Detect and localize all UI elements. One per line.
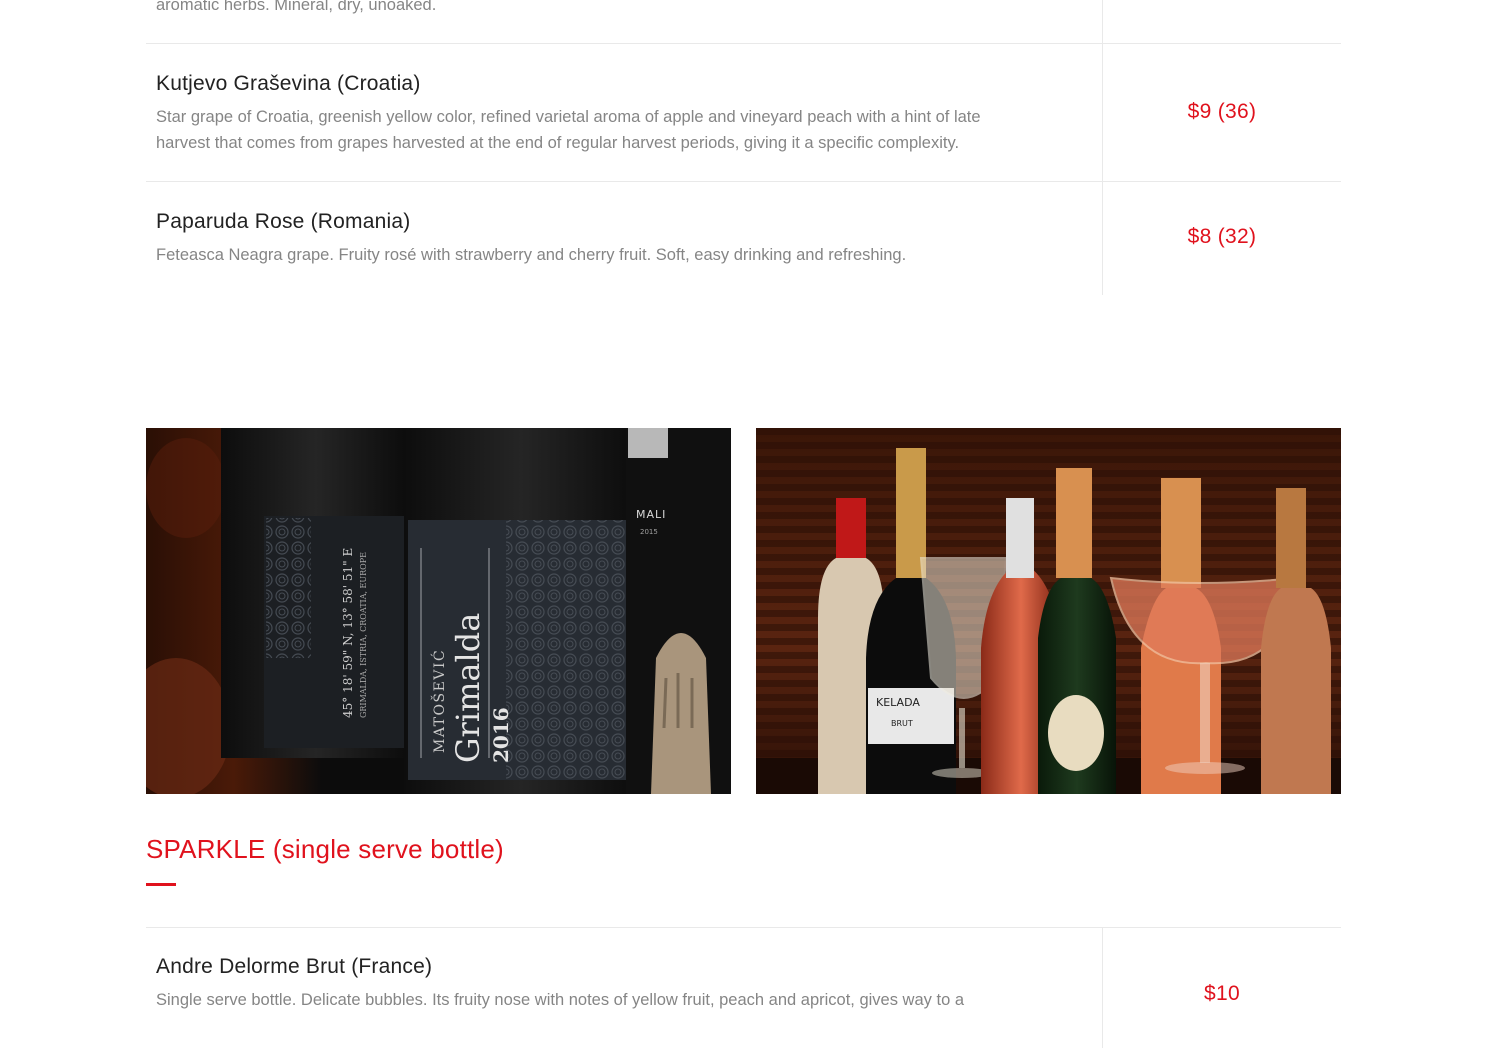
wine-price: $10 — [1204, 982, 1240, 1005]
wine-name: Andre Delorme Brut (France) — [156, 955, 433, 978]
wine-description: aromatic herbs. Mineral, dry, unoaked. — [156, 0, 437, 14]
section-title-sparkle: SPARKLE (single serve bottle) — [146, 834, 504, 864]
wine-row: Paparuda Rose (Romania) Feteasca Neagra … — [146, 181, 1341, 295]
sparkling-bottles-photo: KELADA BRUT — [756, 428, 1341, 794]
back-bottle-text: MALI — [636, 508, 666, 521]
wine-bottles-photo: MATOŠEVIĆ Grimalda 2016 45° 18' 59" N, 1… — [146, 428, 731, 794]
section-title-underline — [146, 883, 176, 886]
label-name-text: Grimalda — [449, 613, 487, 763]
wine-row-info: Kutjevo Graševina (Croatia) Star grape o… — [146, 44, 1103, 182]
wine-description: Star grape of Croatia, greenish yellow c… — [156, 104, 1081, 156]
label-brand-text: MATOŠEVIĆ — [430, 649, 448, 753]
wine-row-previous: aromatic herbs. Mineral, dry, unoaked. — [146, 0, 1341, 44]
wine-row-info: Paparuda Rose (Romania) Feteasca Neagra … — [146, 182, 1103, 295]
sparkling-bottles-illustration: KELADA BRUT — [756, 428, 1341, 794]
bottle-sub-text: BRUT — [891, 719, 913, 728]
wine-price: $9 (36) — [1187, 100, 1257, 123]
wine-row-info: aromatic herbs. Mineral, dry, unoaked. — [146, 0, 1103, 43]
wine-description-line: Star grape of Croatia, greenish yellow c… — [156, 108, 981, 126]
label-place-text: GRIMALDA, ISTRIA, CROATIA, EUROPE — [359, 552, 368, 718]
wine-description: Feteasca Neagra grape. Fruity rosé with … — [156, 246, 907, 264]
bottle-label-text: KELADA — [876, 696, 920, 709]
label-year-text: 2016 — [489, 707, 513, 763]
wine-price: $8 (32) — [1187, 225, 1257, 248]
wine-row: Andre Delorme Brut (France) Single serve… — [146, 927, 1341, 1048]
back-bottle-year-text: 2015 — [640, 528, 658, 536]
wine-description: Single serve bottle. Delicate bubbles. I… — [156, 991, 965, 1009]
label-coords-text: 45° 18' 59" N, 13° 58' 51" E — [341, 548, 355, 718]
wine-bottles-illustration: MATOŠEVIĆ Grimalda 2016 45° 18' 59" N, 1… — [146, 428, 731, 794]
wine-row-info: Andre Delorme Brut (France) Single serve… — [146, 928, 1103, 1048]
wine-name: Kutjevo Graševina (Croatia) — [156, 72, 421, 95]
wine-description-line: harvest that comes from grapes harvested… — [156, 134, 960, 152]
wine-name: Paparuda Rose (Romania) — [156, 210, 411, 233]
wine-row: Kutjevo Graševina (Croatia) Star grape o… — [146, 43, 1341, 182]
